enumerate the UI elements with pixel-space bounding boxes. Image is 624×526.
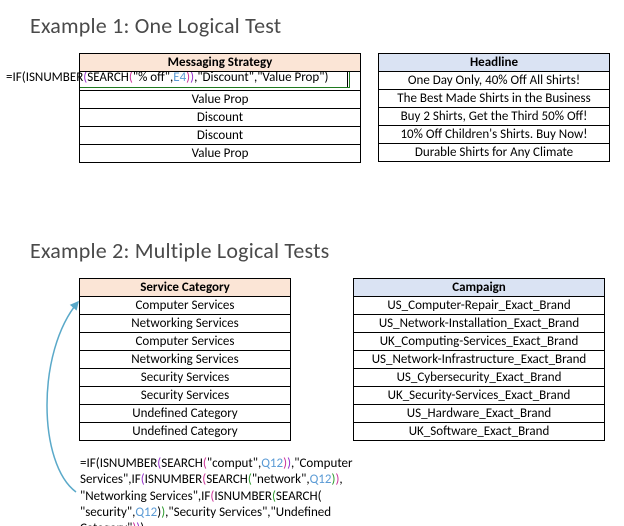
campaign-row: US_Network-Infrastructure_Exact_Brand: [354, 351, 605, 369]
headline-row: Buy 2 Shirts, Get the Third 50% Off!: [379, 108, 610, 126]
headline-row: Durable Shirts for Any Climate: [379, 144, 610, 162]
campaign-row: UK_Security-Services_Exact_Brand: [354, 387, 605, 405]
headline-row: One Day Only, 40% Off All Shirts!: [379, 72, 610, 90]
example1-table-headline: Headline One Day Only, 40% Off All Shirt…: [378, 53, 610, 162]
service-row: Computer Services: [80, 333, 291, 351]
example2-table-campaign: Campaign US_Computer-Repair_Exact_Brand …: [353, 278, 605, 441]
strategy-header: Messaging Strategy: [80, 54, 361, 72]
campaign-header: Campaign: [354, 279, 605, 297]
strategy-row: Discount: [80, 127, 361, 145]
campaign-row: UK_Software_Exact_Brand: [354, 423, 605, 441]
service-row: Undefined Category: [80, 423, 291, 441]
headline-row: The Best Made Shirts in the Business: [379, 90, 610, 108]
example2-formula: =IF(ISNUMBER(SEARCH("comput",Q12)),"Comp…: [80, 456, 410, 526]
example1-title: Example 1: One Logical Test: [30, 12, 624, 39]
service-row: Networking Services: [80, 351, 291, 369]
service-header: Service Category: [80, 279, 291, 297]
service-row: Security Services: [80, 369, 291, 387]
headline-header: Headline: [379, 54, 610, 72]
example1-block: =IF(ISNUMBER(SEARCH("% off",E4)),"Discou…: [0, 53, 624, 203]
service-row: Networking Services: [80, 315, 291, 333]
campaign-row: US_Cybersecurity_Exact_Brand: [354, 369, 605, 387]
campaign-row: UK_Computing-Services_Exact_Brand: [354, 333, 605, 351]
strategy-row: Discount: [80, 109, 361, 127]
campaign-row: US_Computer-Repair_Exact_Brand: [354, 297, 605, 315]
campaign-row: US_Hardware_Exact_Brand: [354, 405, 605, 423]
strategy-row: Value Prop: [80, 91, 361, 109]
service-row: Security Services: [80, 387, 291, 405]
headline-row: 10% Off Children's Shirts. Buy Now!: [379, 126, 610, 144]
strategy-row: Value Prop: [80, 145, 361, 163]
service-row: Undefined Category: [80, 405, 291, 423]
campaign-row: US_Network-Installation_Exact_Brand: [354, 315, 605, 333]
example2-title: Example 2: Multiple Logical Tests: [30, 237, 624, 264]
example1-table-strategy: Messaging Strategy Value Prop Discount D…: [79, 53, 361, 163]
service-row: Computer Services: [80, 297, 291, 315]
example2-table-service: Service Category Computer Services Netwo…: [79, 278, 291, 441]
